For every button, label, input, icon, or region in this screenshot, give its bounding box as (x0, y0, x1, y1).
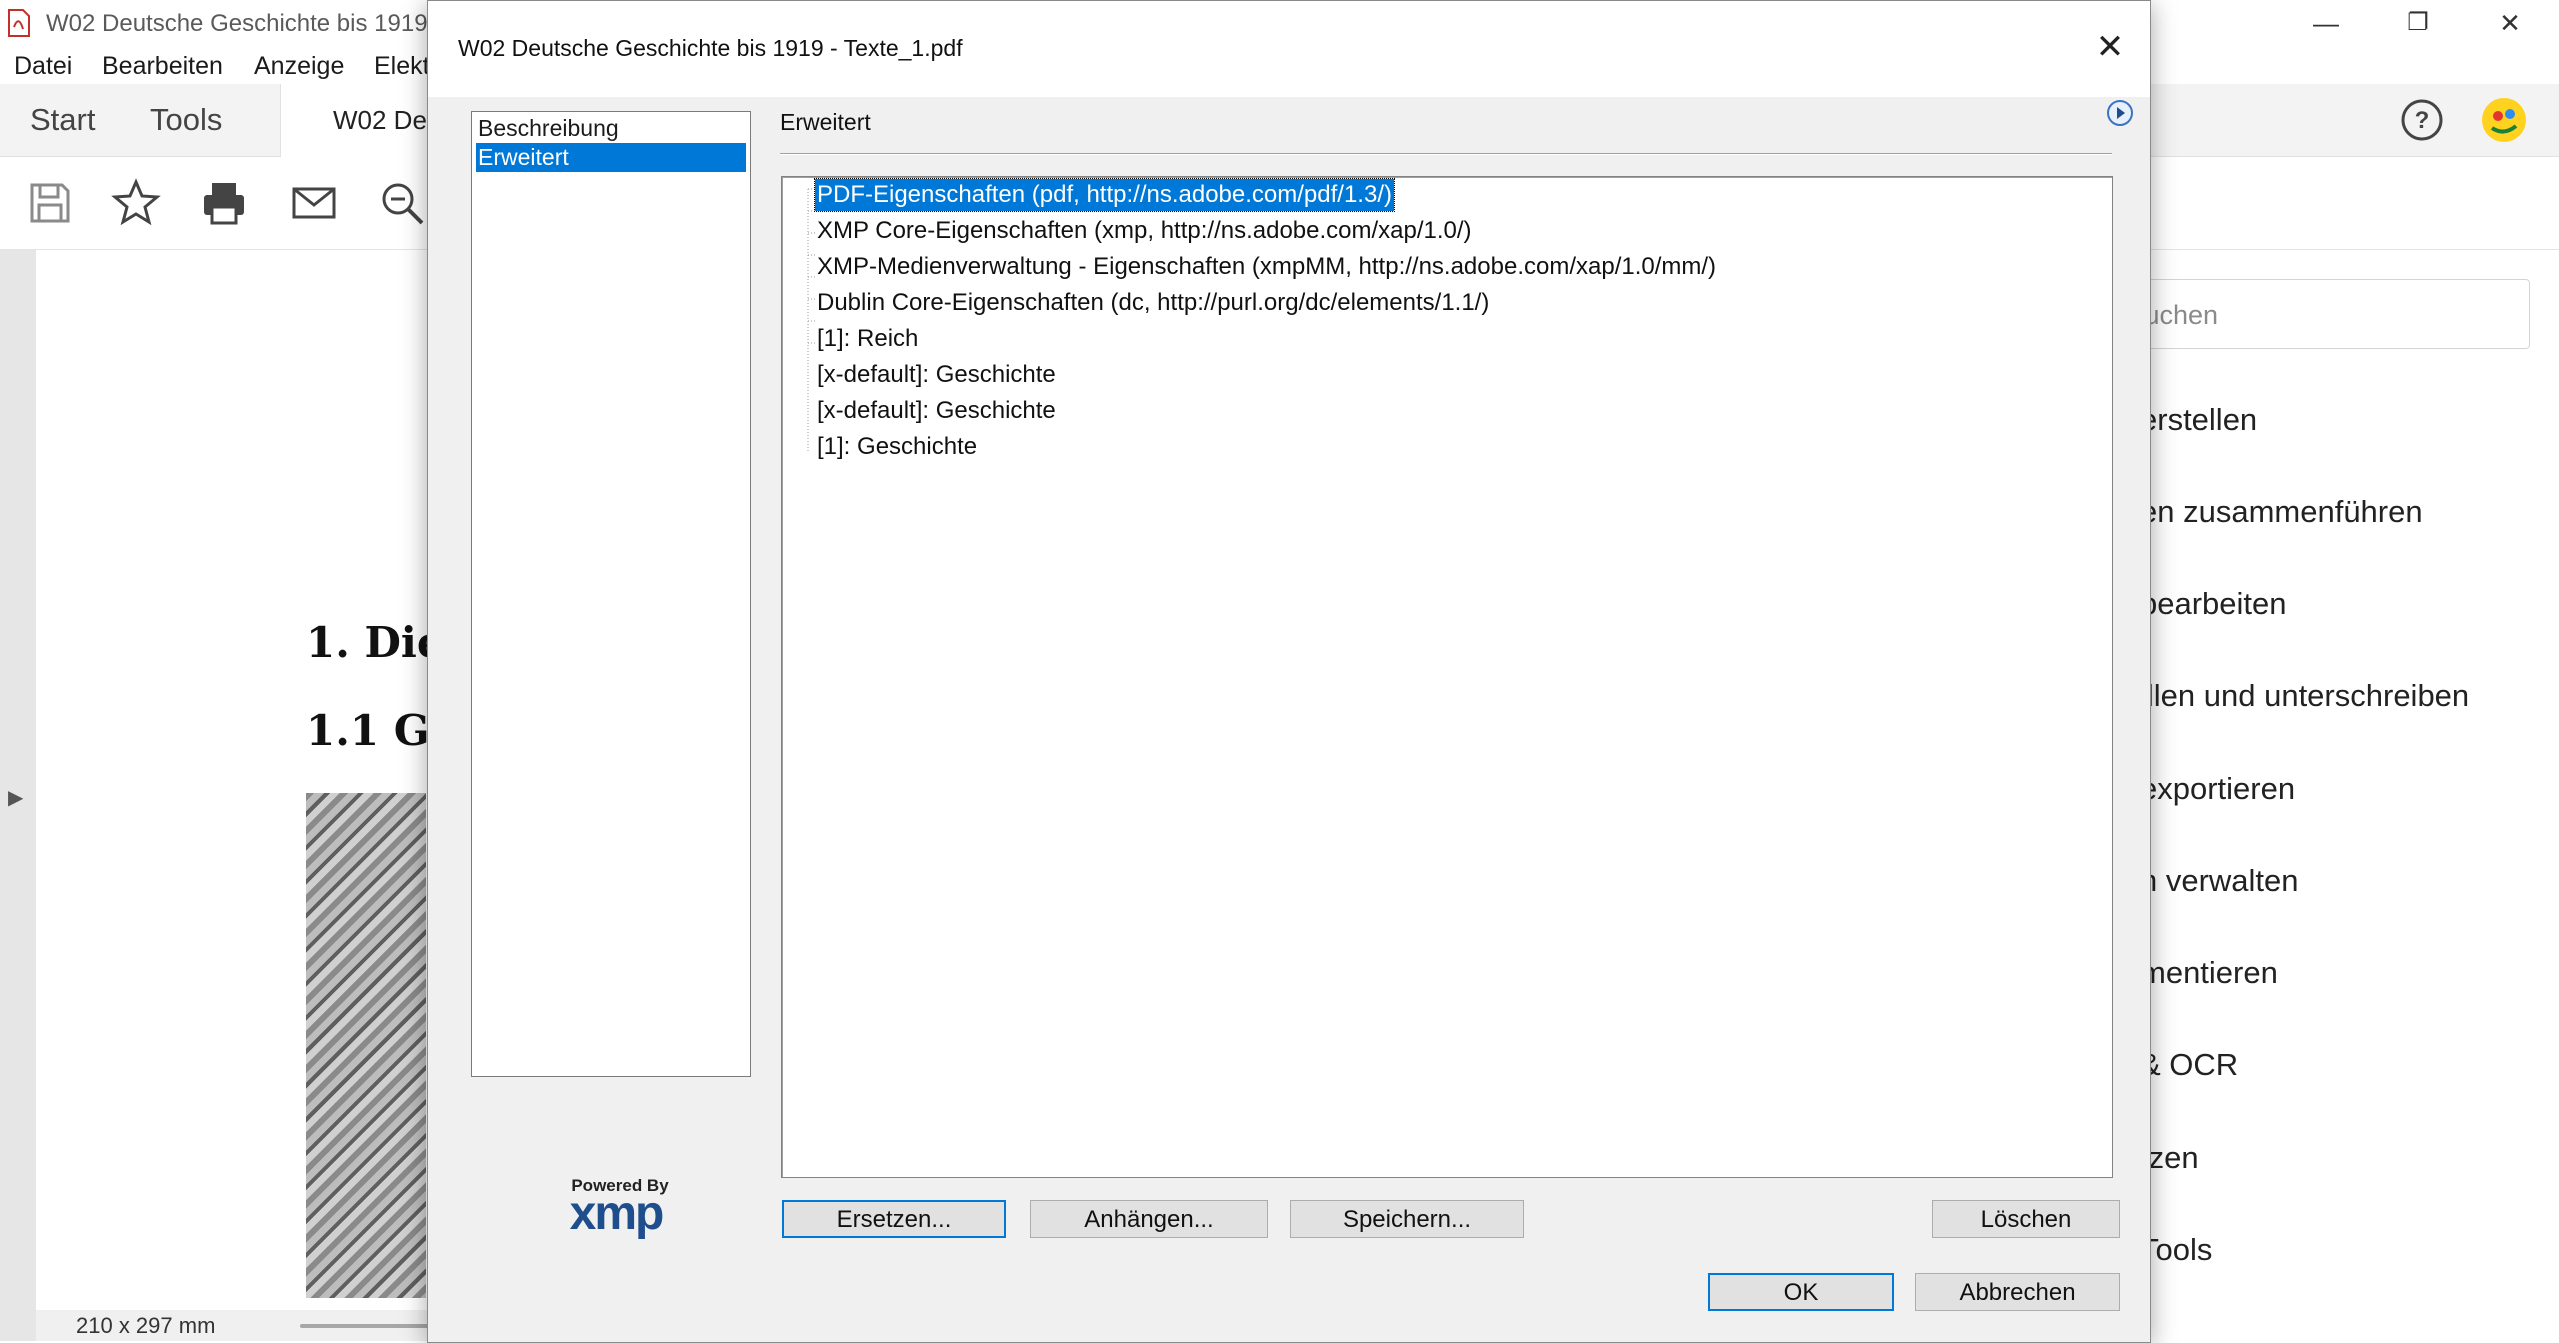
document-image (306, 793, 426, 1298)
tool-item-create[interactable]: erstellen (2140, 402, 2257, 438)
replace-button[interactable]: Ersetzen... (782, 1200, 1006, 1238)
category-list: Beschreibung Erweitert (471, 111, 751, 1077)
tool-item-comment[interactable]: mentieren (2140, 955, 2278, 991)
menu-datei[interactable]: Datei (14, 48, 72, 84)
mail-icon[interactable] (288, 177, 340, 229)
panel-expand-icon[interactable]: ▶ (8, 785, 23, 810)
svg-text:?: ? (2415, 107, 2430, 134)
tool-item-organize[interactable]: n verwalten (2140, 863, 2299, 899)
nav-item-erweitert[interactable]: Erweitert (476, 143, 746, 172)
help-icon[interactable]: ? (2398, 96, 2446, 144)
append-button[interactable]: Anhängen... (1030, 1200, 1268, 1238)
document-properties-dialog: W02 Deutsche Geschichte bis 1919 - Texte… (427, 0, 2151, 1343)
xmp-logo: Powered By xmp (570, 1176, 670, 1240)
section-divider (780, 153, 2112, 155)
delete-button[interactable]: Löschen (1932, 1200, 2120, 1238)
metadata-tree: PDF-Eigenschaften (pdf, http://ns.adobe.… (781, 176, 2113, 1178)
print-icon[interactable] (198, 177, 250, 229)
tree-item[interactable]: Dublin Core-Eigenschaften (dc, http://pu… (815, 287, 1491, 319)
tab-start[interactable]: Start (30, 84, 95, 156)
tool-item-export[interactable]: exportieren (2140, 771, 2295, 807)
zoom-icon[interactable] (376, 177, 428, 229)
tool-item-combine[interactable]: en zusammenführen (2140, 494, 2423, 530)
menu-anzeige[interactable]: Anzeige (254, 48, 344, 84)
cancel-button[interactable]: Abbrechen (1915, 1273, 2120, 1311)
ok-button[interactable]: OK (1708, 1273, 1894, 1311)
save-metadata-button[interactable]: Speichern... (1290, 1200, 1524, 1238)
minimize-button[interactable]: — (2290, 2, 2362, 44)
app-title: W02 Deutsche Geschichte bis 1919 (46, 10, 428, 37)
avatar[interactable] (2480, 96, 2528, 144)
page-size-label: 210 x 297 mm (76, 1313, 216, 1338)
menu-elektronisch[interactable]: Elekt (374, 48, 430, 84)
close-window-button[interactable]: ✕ (2474, 2, 2546, 44)
tool-item-edit[interactable]: bearbeiten (2140, 586, 2287, 622)
expand-arrow-icon[interactable] (2106, 99, 2134, 127)
tree-item[interactable]: XMP-Medienverwaltung - Eigenschaften (xm… (815, 251, 1718, 283)
tool-item-scan-ocr[interactable]: & OCR (2140, 1047, 2238, 1083)
tree-item[interactable]: [x-default]: Geschichte (815, 359, 1058, 391)
pdf-file-icon (8, 9, 30, 37)
tree-item[interactable]: [1]: Geschichte (815, 431, 979, 463)
menu-bearbeiten[interactable]: Bearbeiten (102, 48, 223, 84)
section-title: Erweitert (780, 109, 871, 135)
tab-tools[interactable]: Tools (150, 84, 222, 156)
dialog-title: W02 Deutsche Geschichte bis 1919 - Texte… (458, 35, 963, 61)
doc-heading: 1. Die (306, 618, 444, 667)
nav-item-beschreibung[interactable]: Beschreibung (476, 114, 746, 143)
tree-item[interactable]: PDF-Eigenschaften (pdf, http://ns.adobe.… (814, 178, 1395, 212)
dialog-titlebar: W02 Deutsche Geschichte bis 1919 - Texte… (428, 1, 2150, 97)
tree-item[interactable]: [x-default]: Geschichte (815, 395, 1058, 427)
tree-item[interactable]: XMP Core-Eigenschaften (xmp, http://ns.a… (815, 215, 1474, 247)
star-icon[interactable] (110, 177, 162, 229)
maximize-button[interactable]: ❐ (2382, 2, 2454, 44)
dialog-close-button[interactable]: ✕ (2088, 25, 2132, 69)
horizontal-scrollbar[interactable] (300, 1324, 430, 1328)
tree-item[interactable]: [1]: Reich (815, 323, 920, 355)
save-icon[interactable] (24, 177, 76, 229)
xmp-brand-label: xmp (570, 1187, 663, 1240)
tool-item-fill-sign[interactable]: illen und unterschreiben (2140, 678, 2469, 714)
tools-search-input[interactable]: suchen (2090, 279, 2530, 349)
